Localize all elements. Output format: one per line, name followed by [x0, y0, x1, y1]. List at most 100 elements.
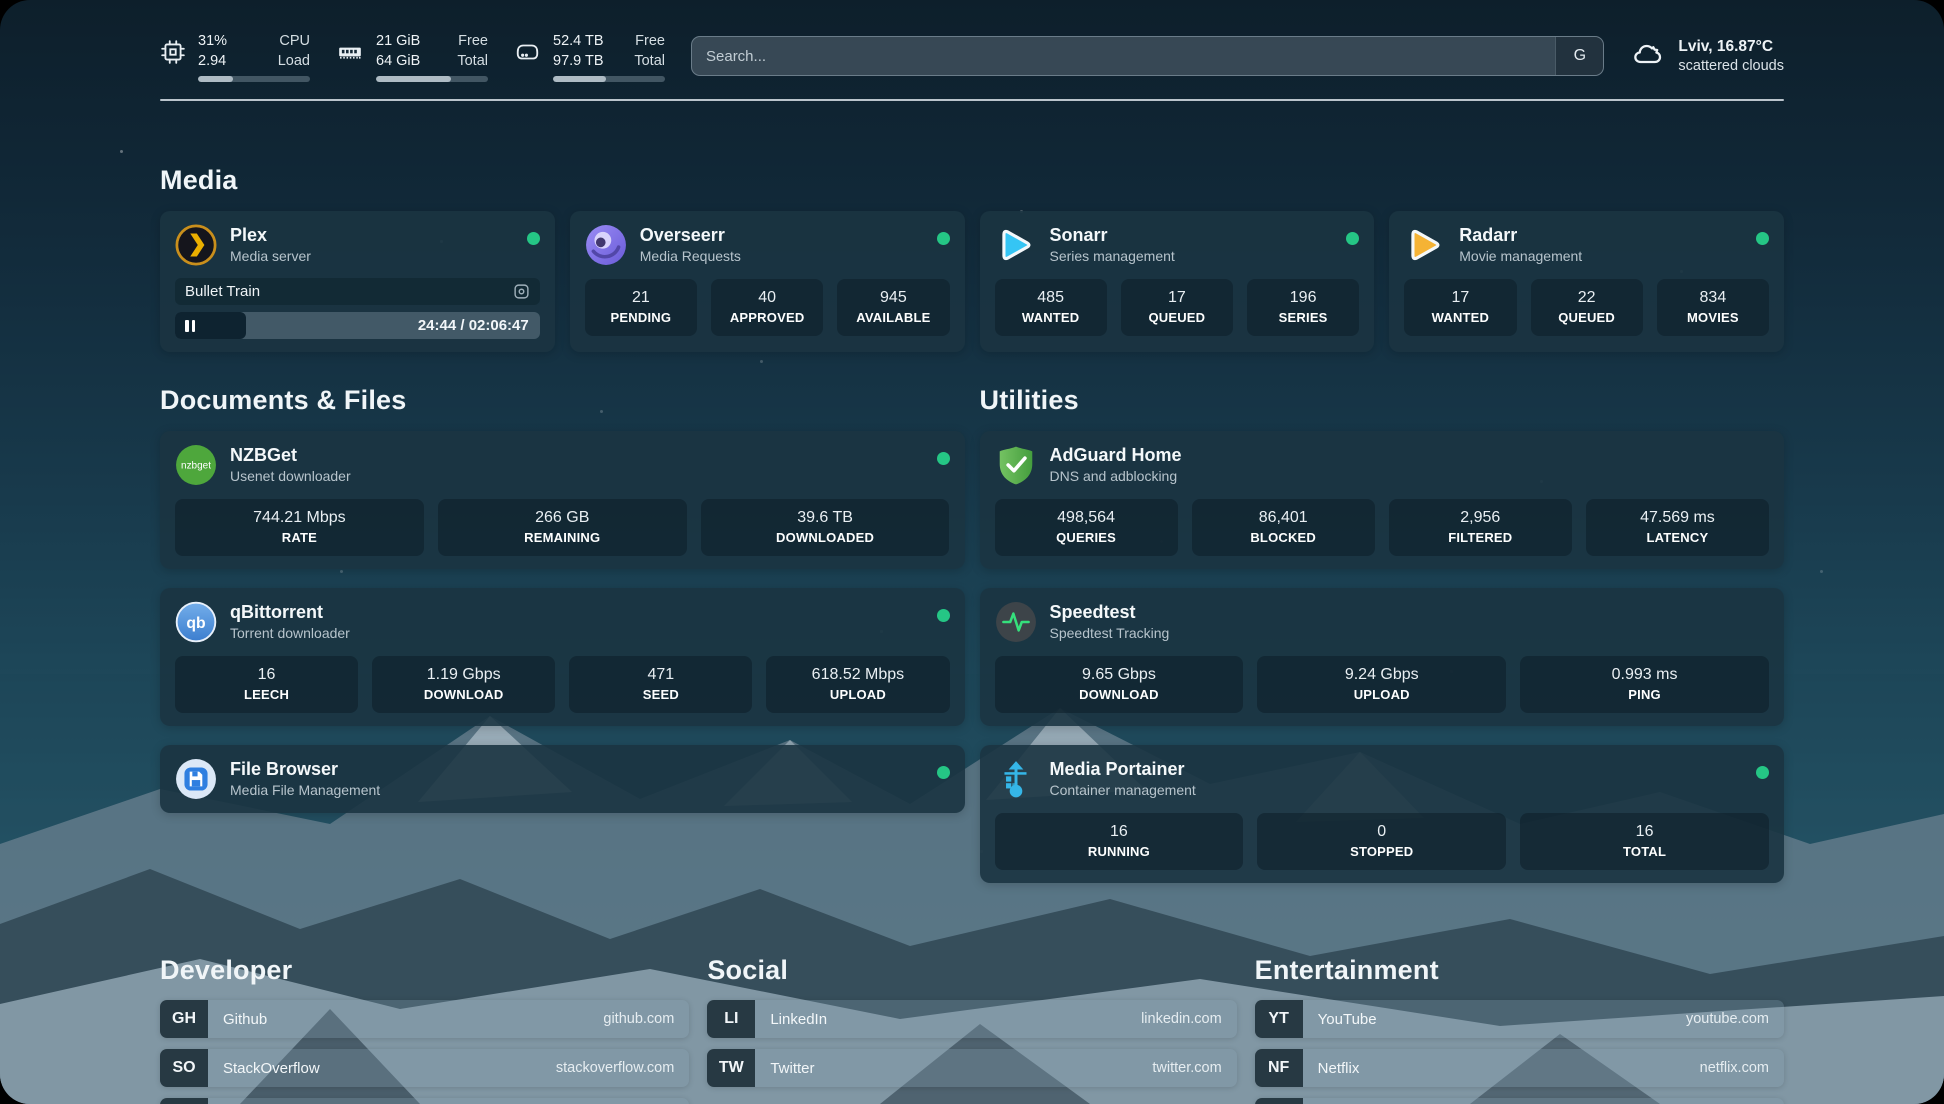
- sonarr-status-dot: [1346, 232, 1359, 245]
- cpu-icon: [160, 39, 186, 70]
- memory-total-value: 64 GiB: [376, 51, 420, 71]
- svg-text:nzbget: nzbget: [181, 461, 211, 472]
- adguard-desc: DNS and adblocking: [1050, 467, 1770, 486]
- qbittorrent-icon: qb: [175, 601, 217, 643]
- nzbget-status-dot: [937, 452, 950, 465]
- disk-free-label: Free: [634, 31, 665, 51]
- disk-progress-track: [553, 76, 665, 82]
- links-column-developer: Developer GH Github github.com SO StackO…: [160, 955, 689, 1104]
- overseerr-stat-available: 945 AVAILABLE: [837, 279, 949, 336]
- plex-status-dot: [527, 232, 540, 245]
- plex-playback-progress[interactable]: 24:44 / 02:06:47: [175, 312, 540, 339]
- pause-icon: [185, 320, 195, 332]
- link-twitter[interactable]: TW Twitter twitter.com: [707, 1049, 1236, 1087]
- portainer-desc: Container management: [1050, 781, 1744, 800]
- nzbget-stat-downloaded: 39.6 TB DOWNLOADED: [701, 499, 950, 556]
- radarr-icon: [1404, 224, 1446, 266]
- top-bar: 31% 2.94 CPU Load: [160, 26, 1784, 86]
- overseerr-name: Overseerr: [640, 224, 924, 247]
- github-abbr-badge: GH: [160, 1000, 208, 1038]
- speedtest-stat-upload: 9.24 Gbps UPLOAD: [1257, 656, 1506, 713]
- portainer-stat-total: 16 TOTAL: [1520, 813, 1769, 870]
- speedtest-stat-download: 9.65 Gbps DOWNLOAD: [995, 656, 1244, 713]
- link-reddit[interactable]: RE Reddit reddit.com: [1255, 1098, 1784, 1104]
- app-card-speedtest[interactable]: Speedtest Speedtest Tracking 9.65 Gbps D…: [980, 588, 1785, 726]
- nzbget-stat-rate: 744.21 Mbps RATE: [175, 499, 424, 556]
- disk-icon: [514, 39, 541, 70]
- media-card-grid: Plex Media server Bullet Train: [160, 211, 1784, 352]
- search-engine-button[interactable]: G: [1555, 37, 1603, 75]
- qbittorrent-stat-seed: 471 SEED: [569, 656, 752, 713]
- memory-icon: [336, 39, 364, 70]
- section-title-social: Social: [707, 955, 1236, 986]
- qbittorrent-stat-upload: 618.52 Mbps UPLOAD: [766, 656, 949, 713]
- disk-total-value: 97.9 TB: [553, 51, 604, 71]
- portainer-name: Media Portainer: [1050, 758, 1744, 781]
- link-linkedin[interactable]: LI LinkedIn linkedin.com: [707, 1000, 1236, 1038]
- adguard-stat-filtered: 2,956 FILTERED: [1389, 499, 1572, 556]
- overseerr-stat-pending: 21 PENDING: [585, 279, 697, 336]
- reddit-abbr-badge: RE: [1255, 1098, 1303, 1104]
- overseerr-stat-approved: 40 APPROVED: [711, 279, 823, 336]
- radarr-name: Radarr: [1459, 224, 1743, 247]
- linkedin-abbr-badge: LI: [707, 1000, 755, 1038]
- adguard-stat-latency: 47.569 ms LATENCY: [1586, 499, 1769, 556]
- link-stackoverflow[interactable]: SO StackOverflow stackoverflow.com: [160, 1049, 689, 1087]
- plex-playback-time: 24:44 / 02:06:47: [418, 312, 529, 339]
- radarr-desc: Movie management: [1459, 247, 1743, 266]
- speedtest-name: Speedtest: [1050, 601, 1770, 624]
- speedtest-stat-ping: 0.993 ms PING: [1520, 656, 1769, 713]
- nzbget-name: NZBGet: [230, 444, 924, 467]
- app-card-adguard[interactable]: AdGuard Home DNS and adblocking 498,564 …: [980, 431, 1785, 569]
- weather-widget[interactable]: Lviv, 16.87°C scattered clouds: [1630, 36, 1784, 76]
- plex-icon: [175, 224, 217, 266]
- sonarr-stat-queued: 17 QUEUED: [1121, 279, 1233, 336]
- radarr-stat-queued: 22 QUEUED: [1531, 279, 1643, 336]
- link-github[interactable]: GH Github github.com: [160, 1000, 689, 1038]
- qbittorrent-status-dot: [937, 609, 950, 622]
- link-netflix[interactable]: NF Netflix netflix.com: [1255, 1049, 1784, 1087]
- sonarr-name: Sonarr: [1050, 224, 1334, 247]
- links-column-entertainment: Entertainment YT YouTube youtube.com NF …: [1255, 955, 1784, 1104]
- portainer-stat-running: 16 RUNNING: [995, 813, 1244, 870]
- search-input[interactable]: [692, 37, 1555, 75]
- radarr-status-dot: [1756, 232, 1769, 245]
- section-title-utilities: Utilities: [980, 385, 1785, 416]
- cpu-label: CPU: [278, 31, 310, 51]
- filebrowser-desc: Media File Management: [230, 781, 924, 800]
- adguard-stat-queries: 498,564 QUERIES: [995, 499, 1178, 556]
- cpu-load-value: 2.94: [198, 51, 227, 71]
- app-card-qbittorrent[interactable]: qb qBittorrent Torrent downloader: [160, 588, 965, 726]
- filebrowser-icon: [175, 758, 217, 800]
- app-card-radarr[interactable]: Radarr Movie management 17 WANTED 22 QUE…: [1389, 211, 1784, 352]
- app-card-portainer[interactable]: Media Portainer Container management 16 …: [980, 745, 1785, 883]
- adguard-icon: [995, 444, 1037, 486]
- disk-stat: 52.4 TB 97.9 TB Free Total: [514, 31, 665, 82]
- plex-now-playing-row: Bullet Train: [175, 278, 540, 305]
- memory-stat: 21 GiB 64 GiB Free Total: [336, 31, 488, 82]
- portainer-icon: [995, 758, 1037, 800]
- cloud-icon: [1630, 38, 1666, 75]
- app-card-plex[interactable]: Plex Media server Bullet Train: [160, 211, 555, 352]
- portainer-stat-stopped: 0 STOPPED: [1257, 813, 1506, 870]
- section-title-developer: Developer: [160, 955, 689, 986]
- svg-text:qb: qb: [186, 615, 205, 632]
- app-card-sonarr[interactable]: Sonarr Series management 485 WANTED 17 Q…: [980, 211, 1375, 352]
- memory-free-value: 21 GiB: [376, 31, 420, 51]
- app-card-filebrowser[interactable]: File Browser Media File Management: [160, 745, 965, 813]
- link-dev[interactable]: DT DEV dev.to: [160, 1098, 689, 1104]
- system-stats: 31% 2.94 CPU Load: [160, 31, 665, 82]
- radarr-stat-wanted: 17 WANTED: [1404, 279, 1516, 336]
- qbittorrent-stat-download: 1.19 Gbps DOWNLOAD: [372, 656, 555, 713]
- filebrowser-name: File Browser: [230, 758, 924, 781]
- memory-total-label: Total: [457, 51, 488, 71]
- overseerr-icon: [585, 224, 627, 266]
- stackoverflow-abbr-badge: SO: [160, 1049, 208, 1087]
- disk-progress-fill: [553, 76, 606, 82]
- disk-free-value: 52.4 TB: [553, 31, 604, 51]
- cpu-stat: 31% 2.94 CPU Load: [160, 31, 310, 82]
- section-title-media: Media: [160, 165, 1784, 196]
- app-card-overseerr[interactable]: Overseerr Media Requests 21 PENDING 40 A…: [570, 211, 965, 352]
- app-card-nzbget[interactable]: nzbget NZBGet Usenet downloader 74: [160, 431, 965, 569]
- link-youtube[interactable]: YT YouTube youtube.com: [1255, 1000, 1784, 1038]
